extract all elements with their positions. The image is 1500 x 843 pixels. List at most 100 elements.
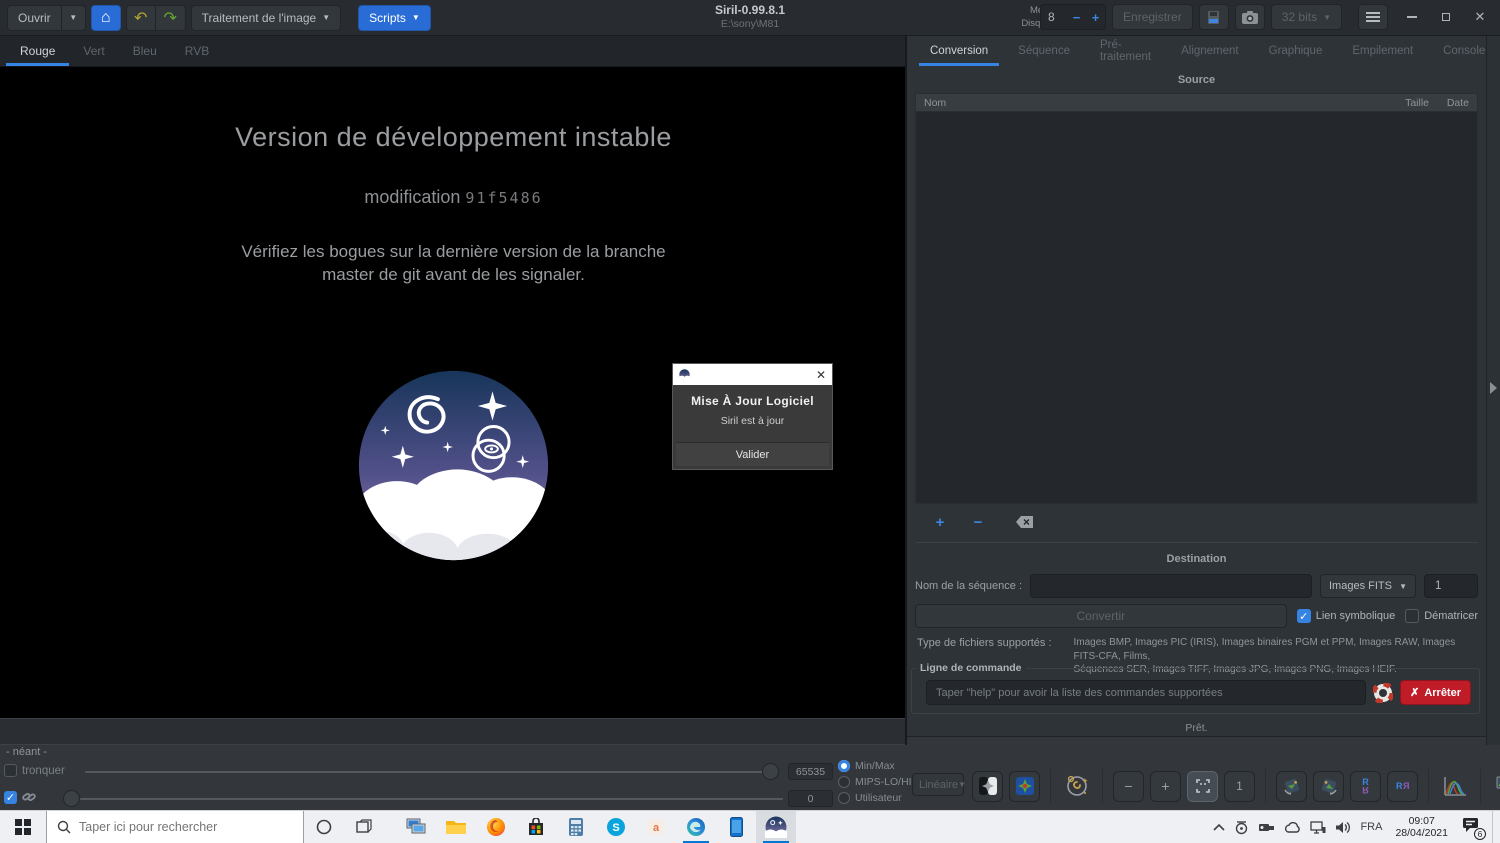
tab-rvb[interactable]: RVB	[171, 36, 223, 66]
bit-depth-dropdown[interactable]: 32 bits▼	[1271, 4, 1342, 30]
taskbar-app-remote-desktop[interactable]	[396, 811, 436, 843]
rotate-left-button[interactable]	[1276, 771, 1307, 802]
start-index-spinner[interactable]: 1	[1424, 574, 1478, 598]
expand-panel-arrow-icon[interactable]	[1490, 382, 1497, 394]
column-date[interactable]: Date	[1429, 97, 1477, 109]
update-dialog-titlebar[interactable]: ✕	[673, 364, 832, 385]
histogram-button[interactable]	[1439, 771, 1470, 802]
display-mode-dropdown[interactable]: Linéaire ▼	[912, 773, 964, 796]
canvas-horizontal-scrollbar[interactable]	[0, 718, 907, 745]
clear-list-button[interactable]	[1011, 512, 1037, 532]
convert-button[interactable]: Convertir	[915, 604, 1287, 628]
column-nom[interactable]: Nom	[916, 97, 1377, 109]
undo-button[interactable]: ↶	[126, 5, 156, 31]
volume-icon[interactable]	[1335, 821, 1351, 834]
radio-user[interactable]: Utilisateur	[838, 792, 902, 804]
high-slider-handle[interactable]	[762, 763, 779, 780]
taskbar-app-store[interactable]	[516, 811, 556, 843]
dialog-close-icon[interactable]: ✕	[816, 369, 826, 381]
taskbar-search[interactable]	[46, 811, 304, 843]
negative-view-button[interactable]	[972, 771, 1003, 802]
low-value-box[interactable]: 0	[788, 790, 833, 807]
taskbar-app-skype[interactable]: S	[596, 811, 636, 843]
taskbar-app-firefox[interactable]	[476, 811, 516, 843]
source-file-list[interactable]	[915, 112, 1478, 504]
image-list-button[interactable]	[1491, 771, 1500, 802]
taskbar-app-your-phone[interactable]	[716, 811, 756, 843]
tab-graphique[interactable]: Graphique	[1256, 36, 1336, 66]
low-slider-handle[interactable]	[63, 790, 80, 807]
image-processing-menu[interactable]: Traitement de l'image▼	[191, 5, 341, 31]
validate-button[interactable]: Valider	[676, 442, 829, 466]
zoom-out-button[interactable]: −	[1113, 771, 1144, 802]
panel-collapse-gutter[interactable]	[1486, 36, 1500, 745]
tab-bleu[interactable]: Bleu	[119, 36, 171, 66]
radio-minmax[interactable]: Min/Max	[838, 760, 895, 772]
taskbar-app-a[interactable]: a	[636, 811, 676, 843]
search-input[interactable]	[79, 820, 279, 834]
threads-increase-button[interactable]: +	[1086, 10, 1105, 25]
flip-vertical-button[interactable]: RR	[1387, 771, 1418, 802]
debayer-option[interactable]: Dématricer	[1405, 609, 1478, 623]
radio-minmax-circle[interactable]	[838, 760, 850, 772]
taskbar-app-edge[interactable]	[676, 811, 716, 843]
zoom-one-button[interactable]: 1	[1224, 771, 1255, 802]
stop-button[interactable]: ✗ Arrêter	[1400, 680, 1471, 705]
start-button[interactable]	[0, 811, 46, 843]
radio-mips[interactable]: MIPS-LO/HI	[838, 776, 912, 788]
clock[interactable]: 09:07 28/04/2021	[1395, 815, 1448, 839]
tab-pretraitement[interactable]: Pré-traitement	[1087, 36, 1164, 66]
radio-user-circle[interactable]	[838, 792, 850, 804]
false-color-button[interactable]	[1009, 771, 1040, 802]
symlink-checkbox[interactable]: ✓	[1297, 609, 1311, 623]
zoom-in-button[interactable]: +	[1150, 771, 1181, 802]
open-recent-dropdown[interactable]: ▼	[62, 5, 86, 31]
add-files-button[interactable]: +	[927, 512, 953, 532]
low-slider-track[interactable]	[80, 798, 783, 800]
tab-alignement[interactable]: Alignement	[1168, 36, 1252, 66]
close-button[interactable]: ✕	[1466, 4, 1494, 30]
output-format-dropdown[interactable]: Images FITS ▼	[1320, 574, 1416, 598]
tab-rouge[interactable]: Rouge	[6, 36, 69, 66]
network-icon[interactable]	[1310, 821, 1326, 834]
link-channels-checkbox[interactable]: ✓	[4, 791, 17, 804]
taskbar-app-siril[interactable]	[756, 811, 796, 843]
scripts-menu[interactable]: Scripts▼	[358, 5, 431, 31]
language-indicator[interactable]: FRA	[1360, 821, 1382, 833]
fit-to-window-button[interactable]	[1187, 771, 1218, 802]
task-view-button[interactable]	[344, 811, 384, 843]
tray-eject-icon[interactable]	[1234, 820, 1249, 835]
minimize-button[interactable]	[1398, 4, 1426, 30]
tab-conversion[interactable]: Conversion	[917, 36, 1001, 66]
tab-vert[interactable]: Vert	[69, 36, 118, 66]
astrometry-button[interactable]	[1061, 771, 1092, 802]
onedrive-cloud-icon[interactable]	[1284, 822, 1301, 833]
open-button[interactable]: Ouvrir	[7, 5, 62, 31]
taskbar-app-calculator[interactable]	[556, 811, 596, 843]
save-button[interactable]: Enregistrer	[1112, 4, 1193, 30]
show-desktop-button[interactable]	[1492, 811, 1496, 843]
remove-files-button[interactable]: −	[965, 512, 991, 532]
threads-decrease-button[interactable]: −	[1067, 10, 1086, 25]
maximize-button[interactable]	[1432, 4, 1460, 30]
tab-empilement[interactable]: Empilement	[1339, 36, 1426, 66]
tray-device-icon[interactable]	[1258, 821, 1275, 833]
save-as-button[interactable]	[1199, 4, 1229, 30]
column-taille[interactable]: Taille	[1377, 97, 1429, 109]
command-input[interactable]	[926, 680, 1366, 705]
rotate-right-button[interactable]	[1313, 771, 1344, 802]
menu-button[interactable]	[1358, 4, 1388, 30]
home-button[interactable]: ⌂	[91, 5, 121, 31]
threads-spinner[interactable]: 8 − +	[1040, 4, 1106, 30]
symlink-option[interactable]: ✓ Lien symbolique	[1297, 609, 1396, 623]
debayer-checkbox[interactable]	[1405, 609, 1419, 623]
sequence-name-input[interactable]	[1030, 574, 1312, 598]
cortana-button[interactable]	[304, 811, 344, 843]
taskbar-app-file-explorer[interactable]	[436, 811, 476, 843]
high-value-box[interactable]: 65535	[788, 763, 833, 780]
command-help-icon[interactable]	[1373, 683, 1393, 703]
snapshot-button[interactable]	[1235, 4, 1265, 30]
radio-mips-circle[interactable]	[838, 776, 850, 788]
flip-horizontal-button[interactable]: R R	[1350, 771, 1381, 802]
tab-sequence[interactable]: Séquence	[1005, 36, 1083, 66]
